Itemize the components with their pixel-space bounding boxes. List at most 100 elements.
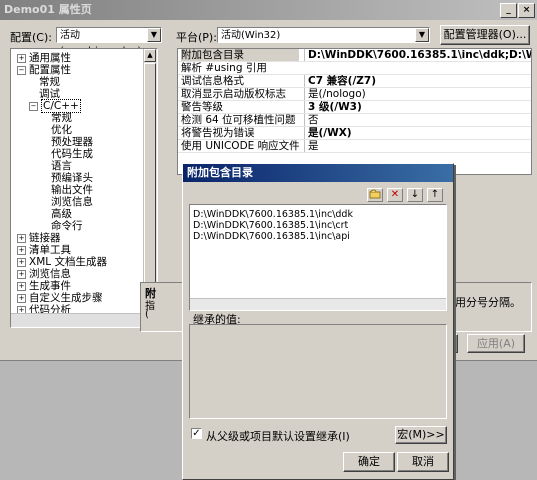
platform-label: 平台(P): xyxy=(176,31,217,44)
tree-item-label: 浏览信息 xyxy=(29,268,71,280)
tree-item[interactable]: 语言 xyxy=(41,160,72,172)
tree-item[interactable]: 高级 xyxy=(41,208,72,220)
tree-item[interactable]: + 清单工具 xyxy=(17,244,71,256)
expand-icon[interactable]: + xyxy=(17,245,26,255)
collapse-icon[interactable]: − xyxy=(17,65,26,75)
property-name: 附加包含目录 xyxy=(181,49,299,61)
tree-horizontal-scrollbar[interactable] xyxy=(11,313,144,327)
tree-item-label: XML 文档生成器 xyxy=(29,256,107,268)
property-row[interactable]: 调试信息格式 C7 兼容(/Z7) xyxy=(178,75,531,88)
tree-item-label: 高级 xyxy=(51,208,72,220)
inherit-checkbox-label[interactable]: 从父级或项目默认设置继承(I) xyxy=(206,428,350,444)
config-label: 配置(C): xyxy=(10,31,52,44)
list-horizontal-scrollbar[interactable] xyxy=(190,298,446,310)
expand-icon[interactable]: + xyxy=(17,233,26,243)
tree-item[interactable]: + 自定义生成步骤 xyxy=(17,292,103,304)
property-row[interactable]: 取消显示启动版权标志 是(/nologo) xyxy=(178,88,531,101)
tree-item-label: 命令行 xyxy=(51,220,83,232)
scroll-thumb[interactable] xyxy=(144,63,156,293)
tree-item-label: 优化 xyxy=(51,124,72,136)
property-name: 解析 #using 引用 xyxy=(181,62,267,74)
property-name: 警告等级 xyxy=(181,101,223,113)
tree-item[interactable]: 优化 xyxy=(41,124,72,136)
tree-item[interactable]: 代码生成 xyxy=(41,148,93,160)
platform-dropdown[interactable]: 活动(Win32) ▼ xyxy=(217,27,430,43)
tree-item[interactable]: + 链接器 xyxy=(17,232,61,244)
list-item[interactable]: D:\WinDDK\7600.16385.1\inc\api xyxy=(193,231,350,242)
tree-item[interactable]: − 配置属性 xyxy=(17,64,71,76)
list-item[interactable]: D:\WinDDK\7600.16385.1\inc\ddk xyxy=(193,209,353,220)
include-dirs-dialog: 附加包含目录 ✕ ↓ ↑ D:\WinDDK\7600.16385.1\inc\… xyxy=(182,163,454,480)
tree-item-label: 链接器 xyxy=(29,232,61,244)
tree-item[interactable]: 输出文件 xyxy=(41,184,93,196)
collapse-icon[interactable]: − xyxy=(29,101,38,111)
property-grid[interactable]: 附加包含目录 D:\WinDDK\7600.16385.1\inc\ddk;D:\… xyxy=(177,48,532,175)
property-name: 将警告视为错误 xyxy=(181,127,255,139)
property-row[interactable]: 将警告视为错误 是(/WX) xyxy=(178,127,531,140)
ok-button[interactable]: 确定 xyxy=(343,452,395,472)
tree-item[interactable]: + 生成事件 xyxy=(17,280,71,292)
close-button[interactable]: × xyxy=(518,3,535,18)
cancel-button[interactable]: 取消 xyxy=(397,452,449,472)
settings-tree[interactable]: + 通用属性 − 配置属性 常规 调试 − C/C++ 常规 优化 预处理器 代码生成 语言 预编译头 输出… xyxy=(10,48,158,328)
inherited-values-box xyxy=(189,324,447,419)
property-row[interactable]: 使用 UNICODE 响应文件是 xyxy=(178,140,531,153)
window-title: Demo01 属性页 xyxy=(4,3,92,16)
apply-button[interactable]: 应用(A) xyxy=(467,334,525,353)
chevron-down-icon[interactable]: ▼ xyxy=(147,28,161,42)
tree-item-label: 生成事件 xyxy=(29,280,71,292)
move-down-icon[interactable]: ↓ xyxy=(407,188,423,202)
minimize-button[interactable]: _ xyxy=(500,3,517,18)
delete-icon[interactable]: ✕ xyxy=(387,188,403,202)
description-tail: 用分号分隔。 xyxy=(455,296,521,309)
property-row[interactable]: 附加包含目录 D:\WinDDK\7600.16385.1\inc\ddk;D:\… xyxy=(178,49,531,62)
tree-item-label: 浏览信息 xyxy=(51,196,93,208)
property-value[interactable]: C7 兼容(/Z7) xyxy=(304,75,531,87)
expand-icon[interactable]: + xyxy=(17,281,26,291)
property-value[interactable]: 是(/nologo) xyxy=(304,88,531,100)
tree-item-label: 常规 xyxy=(39,76,60,88)
tree-item[interactable]: + 通用属性 xyxy=(17,52,71,64)
property-value[interactable]: 是(/WX) xyxy=(304,127,531,139)
property-row[interactable]: 检测 64 位可移植性问题否 xyxy=(178,114,531,127)
tree-item[interactable]: 预处理器 xyxy=(41,136,93,148)
property-row[interactable]: 警告等级 3 级(/W3) xyxy=(178,101,531,114)
property-value[interactable]: 是 xyxy=(304,140,531,152)
tree-item-label: 清单工具 xyxy=(29,244,71,256)
tree-item[interactable]: + XML 文档生成器 xyxy=(17,256,107,268)
list-item[interactable]: D:\WinDDK\7600.16385.1\inc\crt xyxy=(193,220,348,231)
property-value[interactable]: 3 级(/W3) xyxy=(304,101,531,113)
scroll-up-icon[interactable]: ▲ xyxy=(144,49,156,62)
dialog-title: 附加包含目录 xyxy=(183,164,453,182)
chevron-down-icon[interactable]: ▼ xyxy=(415,28,429,42)
include-dirs-list[interactable]: D:\WinDDK\7600.16385.1\inc\ddk D:\WinDDK… xyxy=(189,204,447,311)
tree-item-label: 代码生成 xyxy=(51,148,93,160)
tree-item[interactable]: 常规 xyxy=(29,76,60,88)
config-dropdown[interactable]: 活动(my_driver_dev) ▼ xyxy=(56,27,162,57)
platform-value: 活动(Win32) xyxy=(221,30,281,41)
tree-item-label: 配置属性 xyxy=(29,64,71,76)
tree-item[interactable]: 命令行 xyxy=(41,220,83,232)
tree-item-label: 通用属性 xyxy=(29,52,71,64)
new-folder-icon[interactable] xyxy=(367,188,383,202)
macros-button[interactable]: 宏(M)>> xyxy=(395,426,447,444)
property-row[interactable]: 解析 #using 引用 xyxy=(178,62,531,75)
expand-icon[interactable]: + xyxy=(17,257,26,267)
property-value[interactable]: D:\WinDDK\7600.16385.1\inc\ddk;D:\WinDDK… xyxy=(304,49,531,61)
tree-item[interactable]: 预编译头 xyxy=(41,172,93,184)
tree-item[interactable]: − C/C++ xyxy=(29,99,81,113)
tree-item[interactable]: 常规 xyxy=(41,112,72,124)
move-up-icon[interactable]: ↑ xyxy=(427,188,443,202)
expand-icon[interactable]: + xyxy=(17,269,26,279)
expand-icon[interactable]: + xyxy=(17,53,26,63)
tree-item[interactable]: + 浏览信息 xyxy=(17,268,71,280)
property-name: 调试信息格式 xyxy=(181,75,244,87)
property-name: 使用 UNICODE 响应文件 xyxy=(181,140,299,152)
expand-icon[interactable]: + xyxy=(17,293,26,303)
tree-item[interactable]: 浏览信息 xyxy=(41,196,93,208)
tree-item-label: 语言 xyxy=(51,160,72,172)
config-manager-button[interactable]: 配置管理器(O)... xyxy=(440,25,530,45)
inherit-checkbox[interactable]: ✓ xyxy=(191,428,202,439)
tree-item-label: 自定义生成步骤 xyxy=(29,292,103,304)
property-value[interactable]: 否 xyxy=(304,114,531,126)
